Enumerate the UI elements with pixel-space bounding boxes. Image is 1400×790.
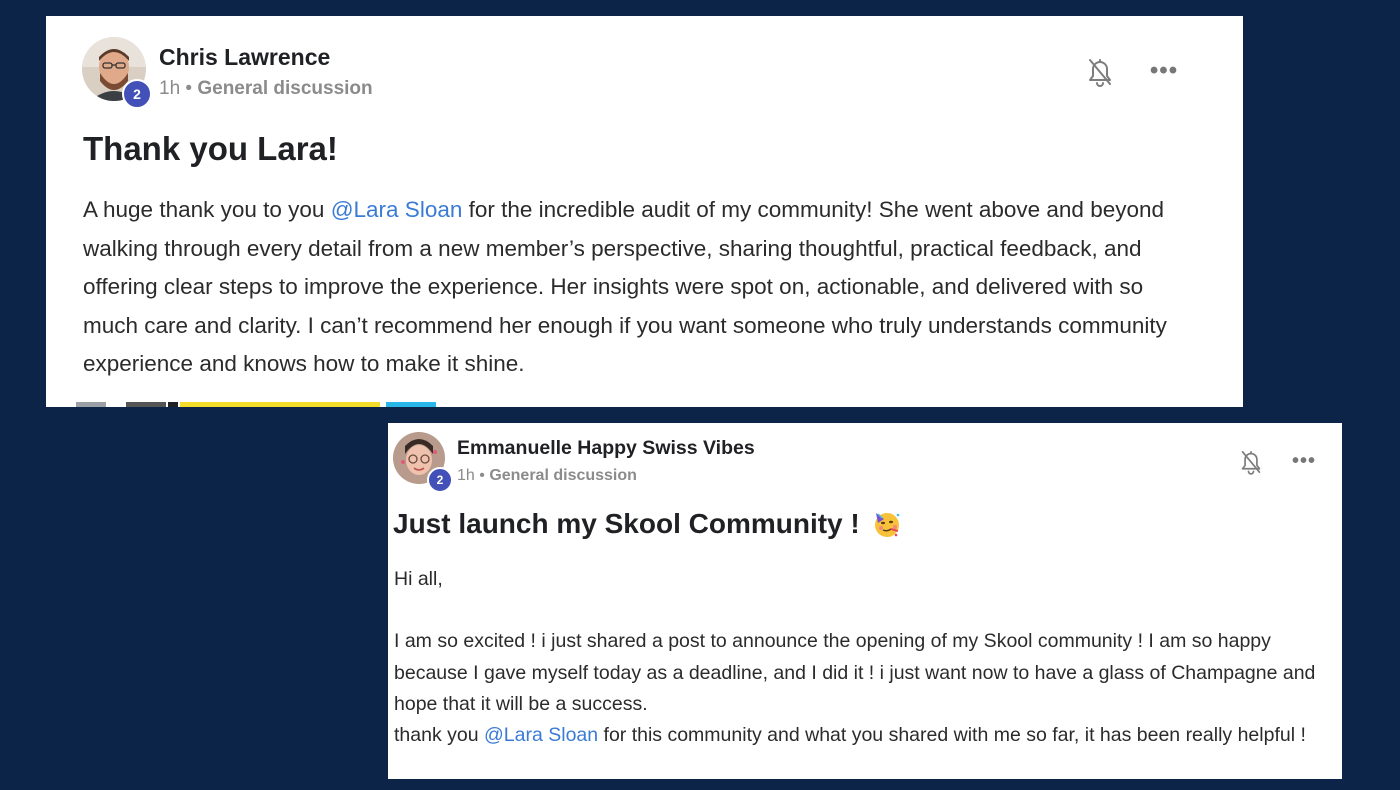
post-title[interactable]: Thank you Lara! (83, 130, 338, 168)
mention-link[interactable]: @Lara Sloan (331, 197, 463, 222)
author-avatar-wrap[interactable]: 2 (393, 432, 453, 493)
more-options-button[interactable]: ••• (1144, 56, 1184, 86)
attachment-preview-strip[interactable] (76, 402, 436, 407)
body-paragraph: I am so excited ! i just shared a post t… (394, 630, 1316, 715)
author-avatar-wrap[interactable]: 2 (82, 37, 152, 109)
post-body: Hi all, I am so excited ! i just shared … (394, 564, 1324, 751)
post-card-emmanuelle[interactable]: 2 Emmanuelle Happy Swiss Vibes 1h • Gene… (388, 423, 1342, 779)
thanks-text-end: for this community and what you shared w… (598, 724, 1306, 746)
more-options-button[interactable]: ••• (1286, 448, 1322, 474)
post-title[interactable]: Just launch my Skool Community ! (393, 508, 902, 540)
partying-face-icon (874, 513, 900, 537)
post-meta: 1h • General discussion (159, 78, 373, 100)
post-card-chris-lawrence[interactable]: 2 Chris Lawrence 1h • General discussion… (46, 16, 1243, 407)
post-time[interactable]: 1h (159, 78, 180, 99)
thanks-text-start: thank you (394, 724, 484, 746)
post-category[interactable]: General discussion (489, 467, 637, 484)
post-time[interactable]: 1h (457, 467, 475, 484)
post-body: A huge thank you to you @Lara Sloan for … (83, 191, 1203, 384)
post-meta: 1h • General discussion (457, 467, 637, 485)
body-greeting: Hi all, (394, 568, 443, 590)
more-dots-icon: ••• (1291, 449, 1316, 472)
meta-separator: • (185, 78, 193, 99)
notification-toggle-button[interactable] (1237, 447, 1265, 477)
more-dots-icon: ••• (1149, 57, 1179, 84)
notification-toggle-button[interactable] (1084, 55, 1116, 89)
level-badge: 2 (427, 467, 453, 493)
post-title-text: Just launch my Skool Community ! (393, 508, 860, 539)
meta-separator: • (479, 467, 485, 484)
bell-off-icon (1089, 59, 1111, 87)
body-text-start: A huge thank you to you (83, 197, 331, 222)
author-name[interactable]: Chris Lawrence (159, 44, 330, 71)
level-badge: 2 (122, 79, 152, 109)
body-text-end: for the incredible audit of my community… (83, 197, 1167, 376)
author-name[interactable]: Emmanuelle Happy Swiss Vibes (457, 437, 755, 460)
post-body-text: A huge thank you to you @Lara Sloan for … (83, 191, 1203, 384)
mention-link[interactable]: @Lara Sloan (484, 724, 598, 746)
body-thanks: thank you @Lara Sloan for this community… (394, 720, 1324, 751)
post-category[interactable]: General discussion (197, 78, 372, 99)
bell-off-icon (1241, 451, 1261, 475)
